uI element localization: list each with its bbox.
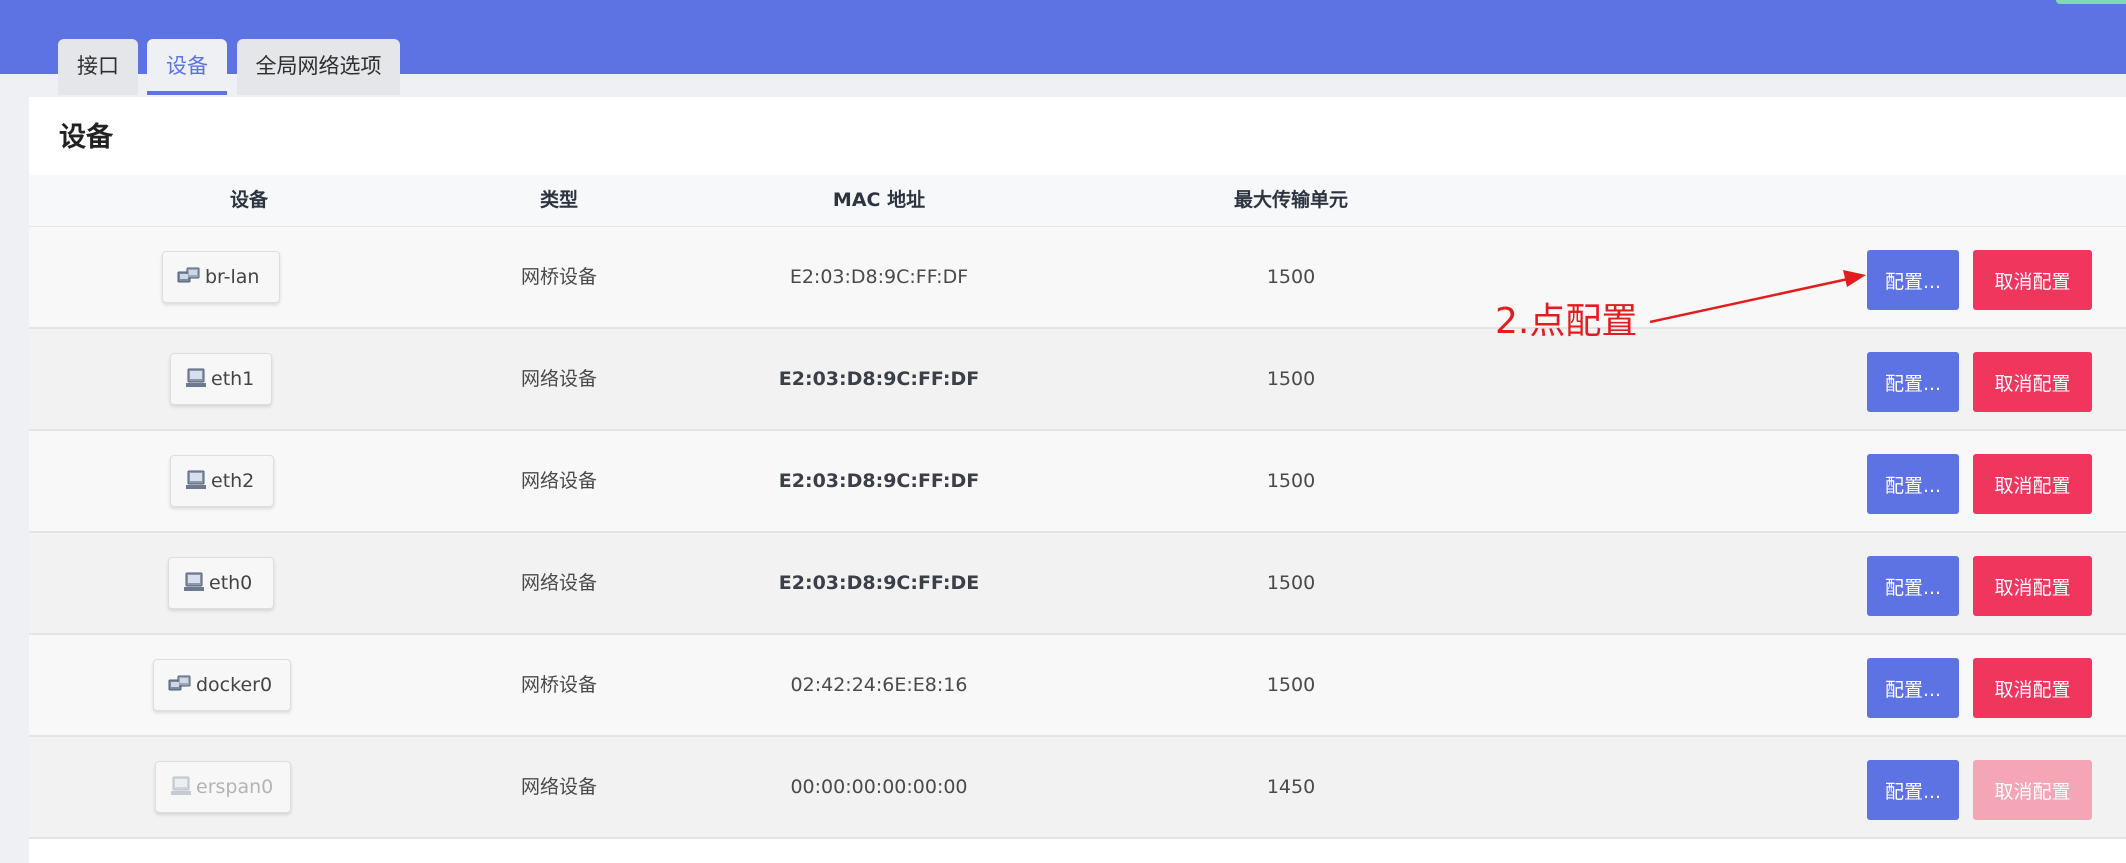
device-type: 网桥设备: [520, 674, 597, 696]
mtu-value: 1500: [1266, 470, 1316, 492]
device-badge[interactable]: br-lan: [162, 251, 280, 303]
mtu-value: 1500: [1266, 266, 1316, 288]
configure-button[interactable]: 配置...: [1867, 250, 1959, 310]
configure-button[interactable]: 配置...: [1867, 556, 1959, 616]
unconfigure-button[interactable]: 取消配置: [1973, 352, 2092, 412]
corner-badge: [2056, 0, 2126, 4]
network-device-icon: [186, 470, 206, 489]
device-name: erspan0: [196, 776, 274, 798]
annotation-label: 2.点配置: [1495, 301, 1638, 342]
table-row: erspan0 网络设备 00:00:00:00:00:00 1450 配置..…: [29, 737, 2126, 839]
device-type: 网络设备: [520, 368, 597, 390]
device-badge[interactable]: eth2: [170, 455, 274, 507]
device-name: eth1: [211, 368, 255, 390]
device-badge[interactable]: erspan0: [155, 761, 291, 813]
table-row: docker0 网桥设备 02:42:24:6E:E8:16 1500 配置..…: [29, 635, 2126, 737]
column-header-mtu: 最大传输单元: [1233, 189, 1348, 211]
device-badge[interactable]: eth1: [170, 353, 272, 405]
configure-button[interactable]: 配置...: [1867, 352, 1959, 412]
mac-address: E2:03:D8:9C:FF:DF: [778, 470, 980, 492]
network-device-icon: [186, 368, 206, 387]
unconfigure-button[interactable]: 取消配置: [1973, 556, 2092, 616]
unconfigure-button[interactable]: 取消配置: [1973, 250, 2092, 310]
device-type: 网络设备: [520, 470, 597, 492]
device-name: eth2: [211, 470, 255, 492]
device-name: br-lan: [205, 266, 260, 288]
mac-address: E2:03:D8:9C:FF:DF: [778, 368, 980, 390]
configure-button[interactable]: 配置...: [1867, 454, 1959, 514]
tab-interfaces[interactable]: 接口: [58, 39, 138, 95]
device-badge[interactable]: eth0: [168, 557, 274, 609]
bridge-device-icon: [168, 675, 191, 690]
mac-address: 00:00:00:00:00:00: [790, 776, 968, 798]
bridge-device-icon: [177, 267, 200, 282]
mtu-value: 1500: [1266, 572, 1316, 594]
tab-devices[interactable]: 设备: [147, 39, 227, 95]
mac-address: E2:03:D8:9C:FF:DE: [778, 572, 980, 594]
device-type: 网桥设备: [520, 266, 597, 288]
column-header-type: 类型: [539, 189, 578, 211]
table-row: eth0 网络设备 E2:03:D8:9C:FF:DE 1500 配置... 取…: [29, 533, 2126, 635]
table-header: 设备 类型 MAC 地址 最大传输单元: [29, 175, 2126, 227]
mtu-value: 1500: [1266, 674, 1316, 696]
table-row: eth2 网络设备 E2:03:D8:9C:FF:DF 1500 配置... 取…: [29, 431, 2126, 533]
column-header-device: 设备: [229, 189, 268, 211]
mac-address: E2:03:D8:9C:FF:DF: [789, 266, 969, 288]
device-name: docker0: [196, 674, 273, 696]
configure-button[interactable]: 配置...: [1867, 658, 1959, 718]
table-row: eth1 网络设备 E2:03:D8:9C:FF:DF 1500 配置... 取…: [29, 329, 2126, 431]
unconfigure-button[interactable]: 取消配置: [1973, 658, 2092, 718]
column-header-mac: MAC 地址: [832, 189, 926, 211]
device-badge[interactable]: docker0: [153, 659, 291, 711]
network-device-icon: [184, 572, 204, 591]
network-device-icon: [171, 776, 191, 795]
configure-button[interactable]: 配置...: [1867, 760, 1959, 820]
mtu-value: 1450: [1266, 776, 1316, 798]
unconfigure-button[interactable]: 取消配置: [1973, 454, 2092, 514]
mac-address: 02:42:24:6E:E8:16: [790, 674, 968, 696]
table-row: br-lan 网桥设备 E2:03:D8:9C:FF:DF 1500 配置...…: [29, 227, 2126, 329]
unconfigure-button: 取消配置: [1973, 760, 2092, 820]
device-name: eth0: [209, 572, 253, 594]
device-type: 网络设备: [520, 572, 597, 594]
mtu-value: 1500: [1266, 368, 1316, 390]
section-title: 设备: [59, 122, 113, 153]
devices-panel: 设备 设备 类型 MAC 地址 最大传输单元 br-lan 网桥设备 E2:03…: [29, 97, 2126, 863]
tab-global-network-options[interactable]: 全局网络选项: [237, 39, 400, 95]
device-type: 网络设备: [520, 776, 597, 798]
